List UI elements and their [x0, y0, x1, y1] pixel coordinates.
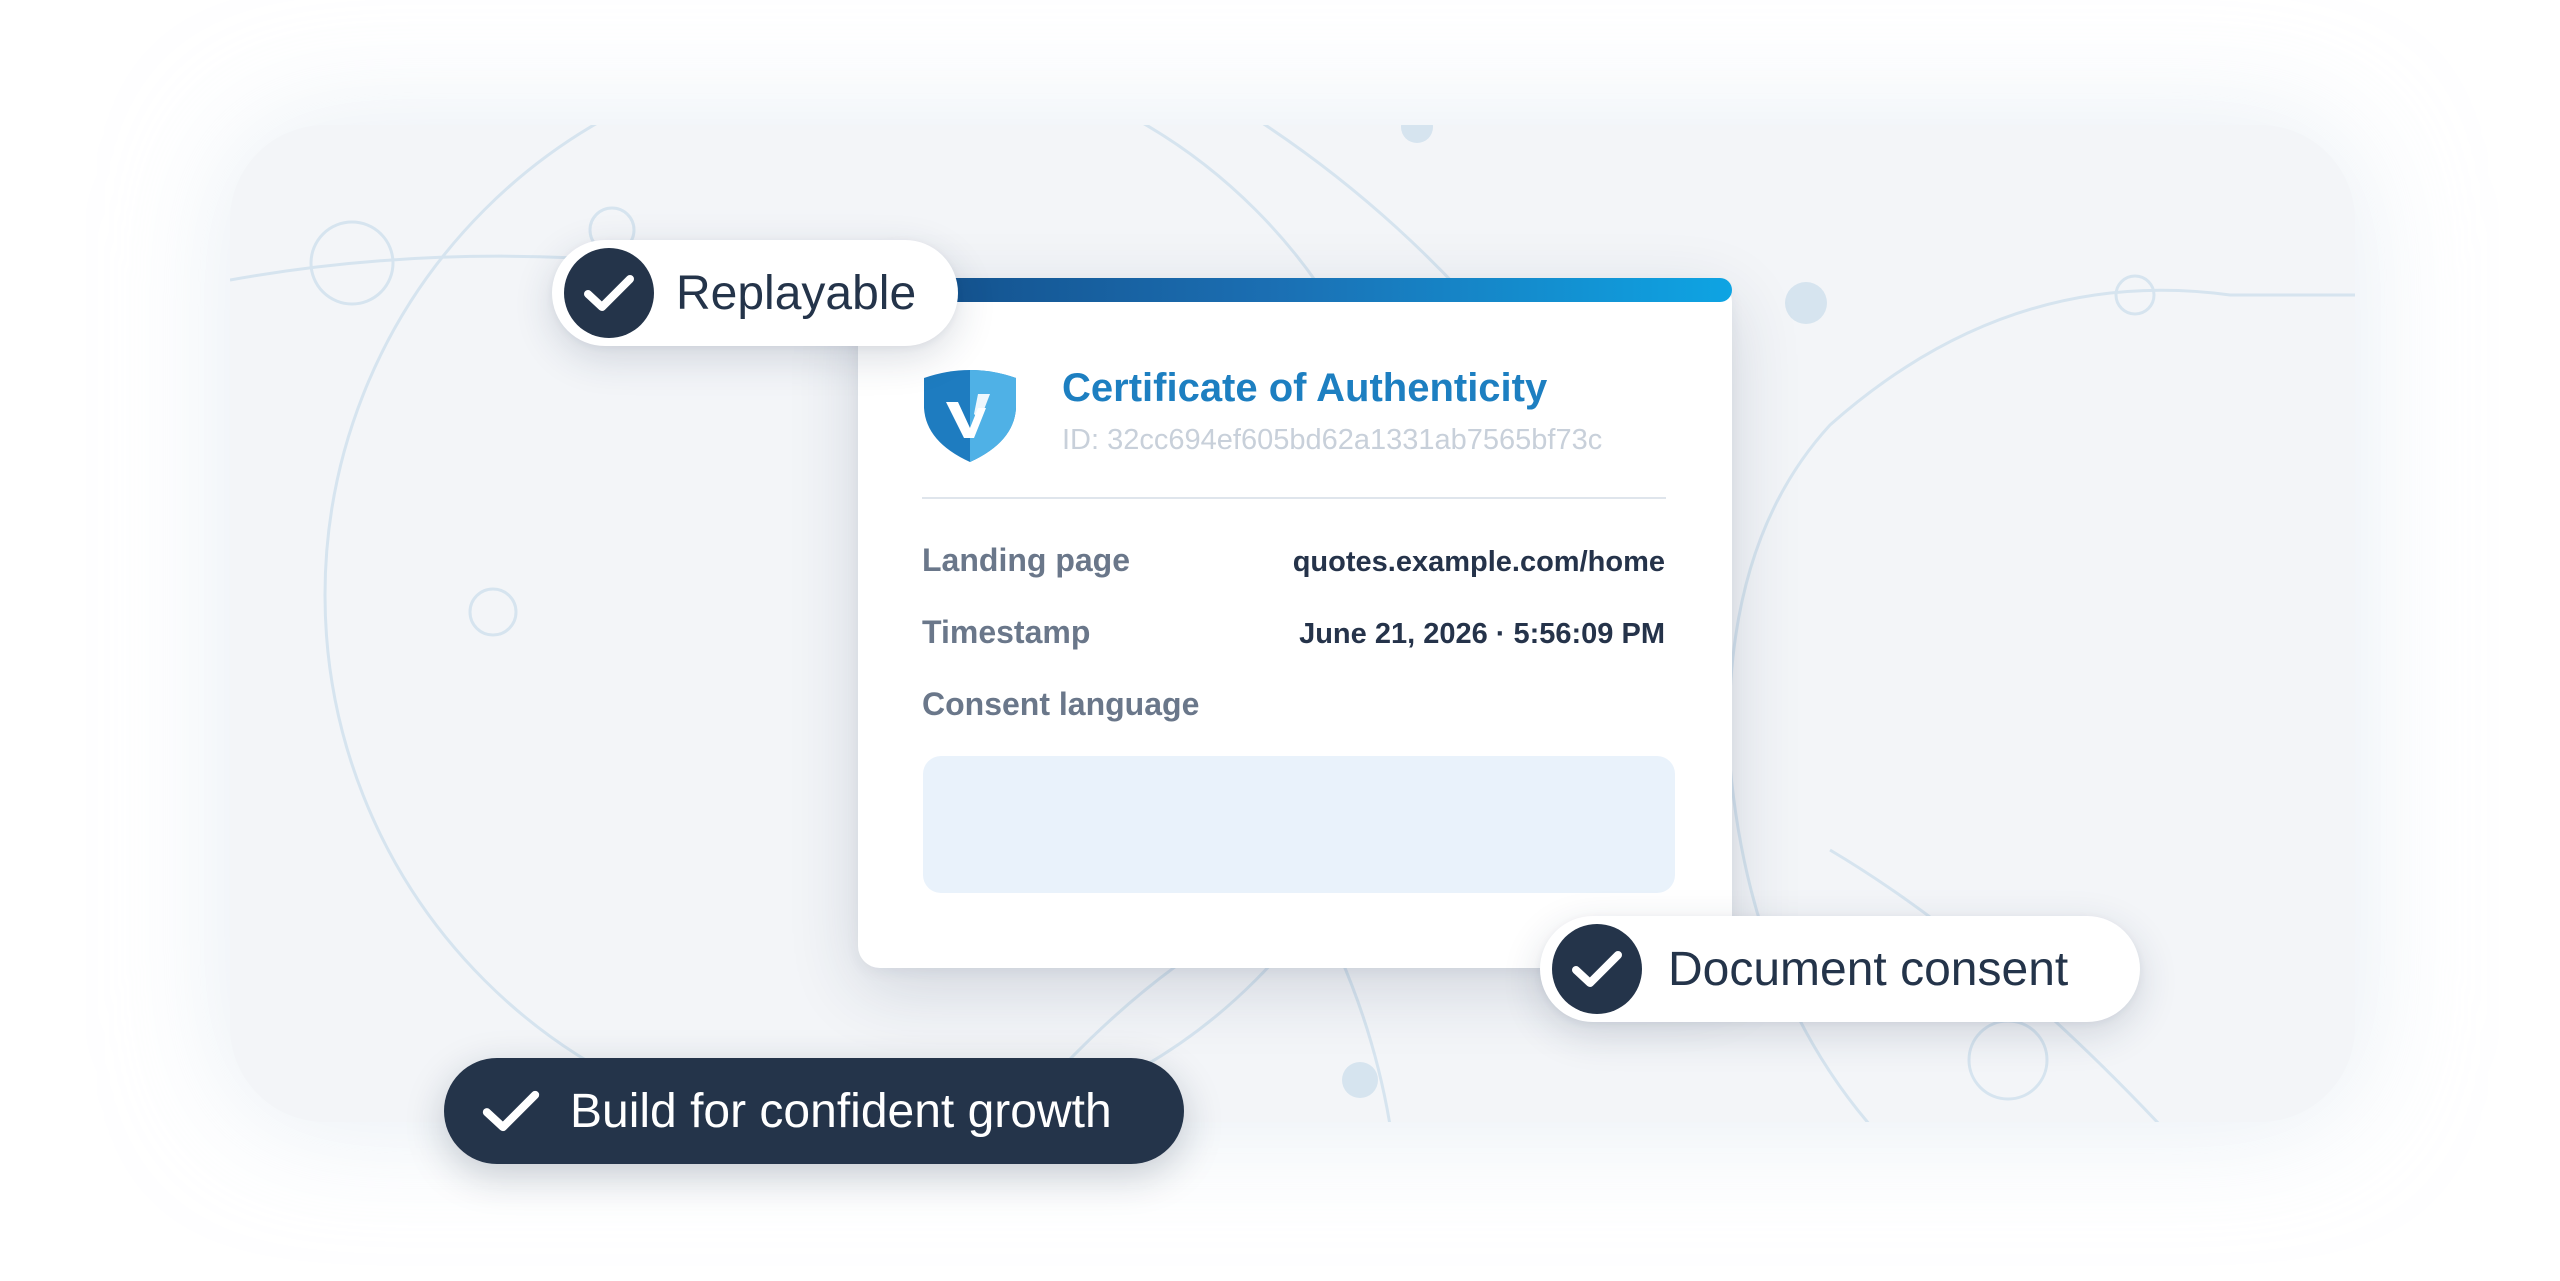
illustration-stage: Certificate of Authenticity ID: 32cc694e… — [0, 0, 2560, 1281]
landing-page-value: quotes.example.com/home — [1292, 546, 1665, 578]
consent-language-label: Consent language — [922, 686, 1200, 722]
check-icon — [1552, 924, 1642, 1014]
timestamp-value: June 21, 2026 · 5:56:09 PM — [1299, 618, 1665, 650]
certificate-accent-bar — [900, 278, 1732, 302]
timestamp-label: Timestamp — [922, 614, 1091, 650]
replayable-label: Replayable — [676, 266, 917, 320]
check-icon — [564, 248, 654, 338]
landing-page-label: Landing page — [922, 542, 1130, 578]
certificate-divider — [922, 497, 1666, 499]
document-consent-label: Document consent — [1668, 942, 2069, 996]
replayable-badge: Replayable — [552, 240, 958, 346]
document-consent-badge: Document consent — [1540, 916, 2140, 1022]
consent-language-box — [923, 756, 1675, 893]
check-icon — [466, 1066, 556, 1156]
certificate-id: ID: 32cc694ef605bd62a1331ab7565bf73c — [1062, 424, 1603, 456]
growth-badge: Build for confident growth — [444, 1058, 1184, 1164]
growth-label: Build for confident growth — [570, 1084, 1112, 1138]
certificate-title: Certificate of Authenticity — [1062, 366, 1548, 410]
shield-check-logo-icon — [920, 368, 1020, 464]
